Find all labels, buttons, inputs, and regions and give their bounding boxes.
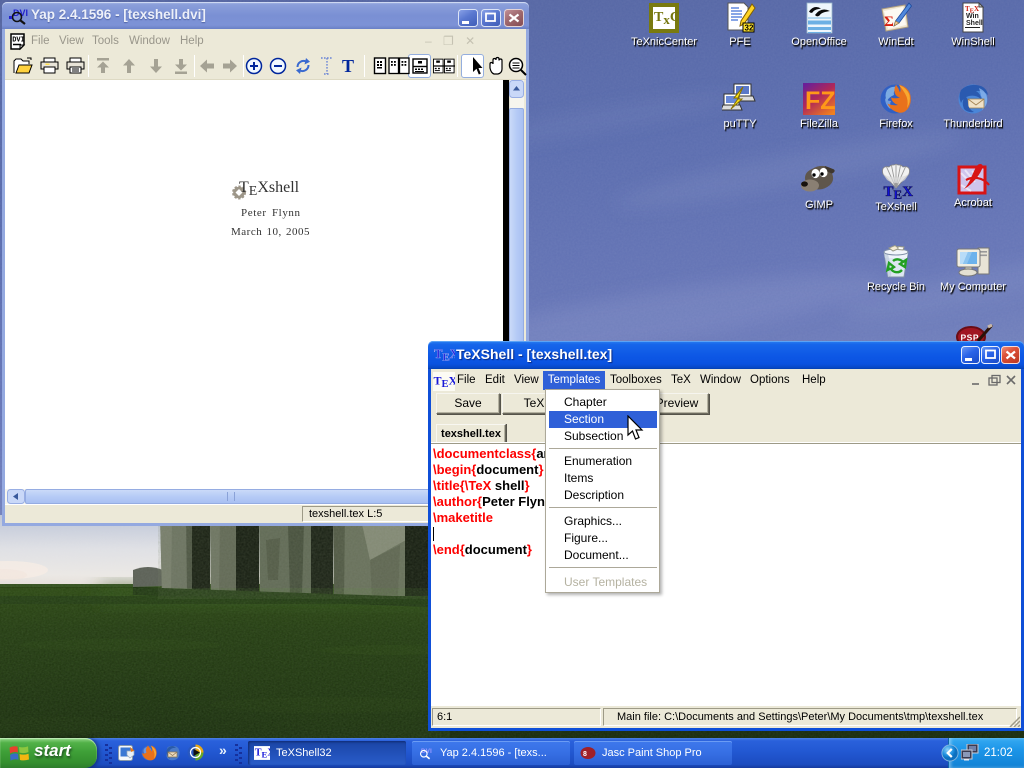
svg-text:PSP: PSP — [961, 333, 980, 342]
svg-text:TEX: TEX — [255, 748, 270, 760]
svg-text:T: T — [342, 56, 354, 76]
svg-text:TxC: TxC — [654, 10, 680, 27]
svg-text:8: 8 — [583, 751, 587, 758]
svg-text:Win: Win — [966, 13, 979, 20]
svg-text:32: 32 — [745, 24, 754, 33]
svg-text:Σ: Σ — [884, 14, 894, 30]
svg-text:TEX: TEX — [434, 347, 455, 364]
svg-text:TEX: TEX — [884, 184, 914, 199]
svg-text:Shell: Shell — [966, 20, 983, 27]
svg-text:DVI: DVI — [12, 37, 25, 45]
svg-text:FZ: FZ — [805, 87, 836, 115]
